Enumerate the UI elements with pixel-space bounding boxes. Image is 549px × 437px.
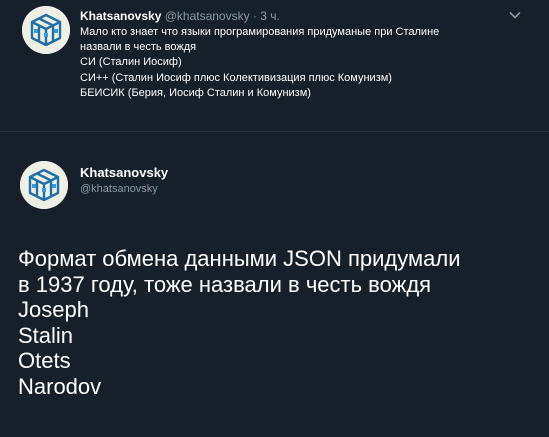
- handle[interactable]: @khatsanovsky: [165, 9, 250, 23]
- display-name[interactable]: Khatsanovsky: [80, 9, 161, 23]
- tweet-text-line: СИ (Сталин Иосиф): [80, 56, 182, 69]
- tweet-text-line: Joseph: [18, 297, 89, 322]
- avatar-image: [22, 6, 70, 54]
- tweet-text-line: БЕИСИК (Берия, Иосиф Сталин и Комунизм): [80, 86, 311, 99]
- time-separator: ·: [252, 9, 257, 23]
- tweet-text-line: в 1937 году, тоже назвали в честь вождя: [18, 271, 432, 297]
- avatar[interactable]: [20, 161, 68, 209]
- tweet-text: Мало кто знает что языки програмирования…: [80, 25, 520, 101]
- handle[interactable]: @khatsanovsky: [80, 183, 158, 195]
- tweet-text-line: СИ++ (Сталин Иосиф плюс Колективизация п…: [80, 71, 392, 84]
- avatar-image: [20, 161, 68, 209]
- tweet-text: Формат обмена данными JSON придумали в 1…: [18, 246, 538, 399]
- tweet-text-line: Otets: [18, 348, 71, 373]
- tweet-text-line: назвали в честь вождя: [80, 41, 197, 54]
- display-name[interactable]: Khatsanovsky: [80, 165, 168, 180]
- tweet-header: Khatsanovsky @khatsanovsky · 3 ч.: [80, 9, 280, 23]
- divider: [0, 131, 549, 132]
- tweet-text-line: Формат обмена данными JSON придумали: [18, 246, 461, 271]
- tweet-text-line: Мало кто знает что языки програмирования…: [80, 26, 440, 38]
- chevron-down-icon[interactable]: [508, 8, 522, 22]
- tweet-text-line: Stalin: [18, 322, 74, 348]
- timestamp[interactable]: 3 ч.: [260, 9, 280, 23]
- tweet-text-line: Narodov: [18, 373, 102, 399]
- avatar[interactable]: [22, 6, 70, 54]
